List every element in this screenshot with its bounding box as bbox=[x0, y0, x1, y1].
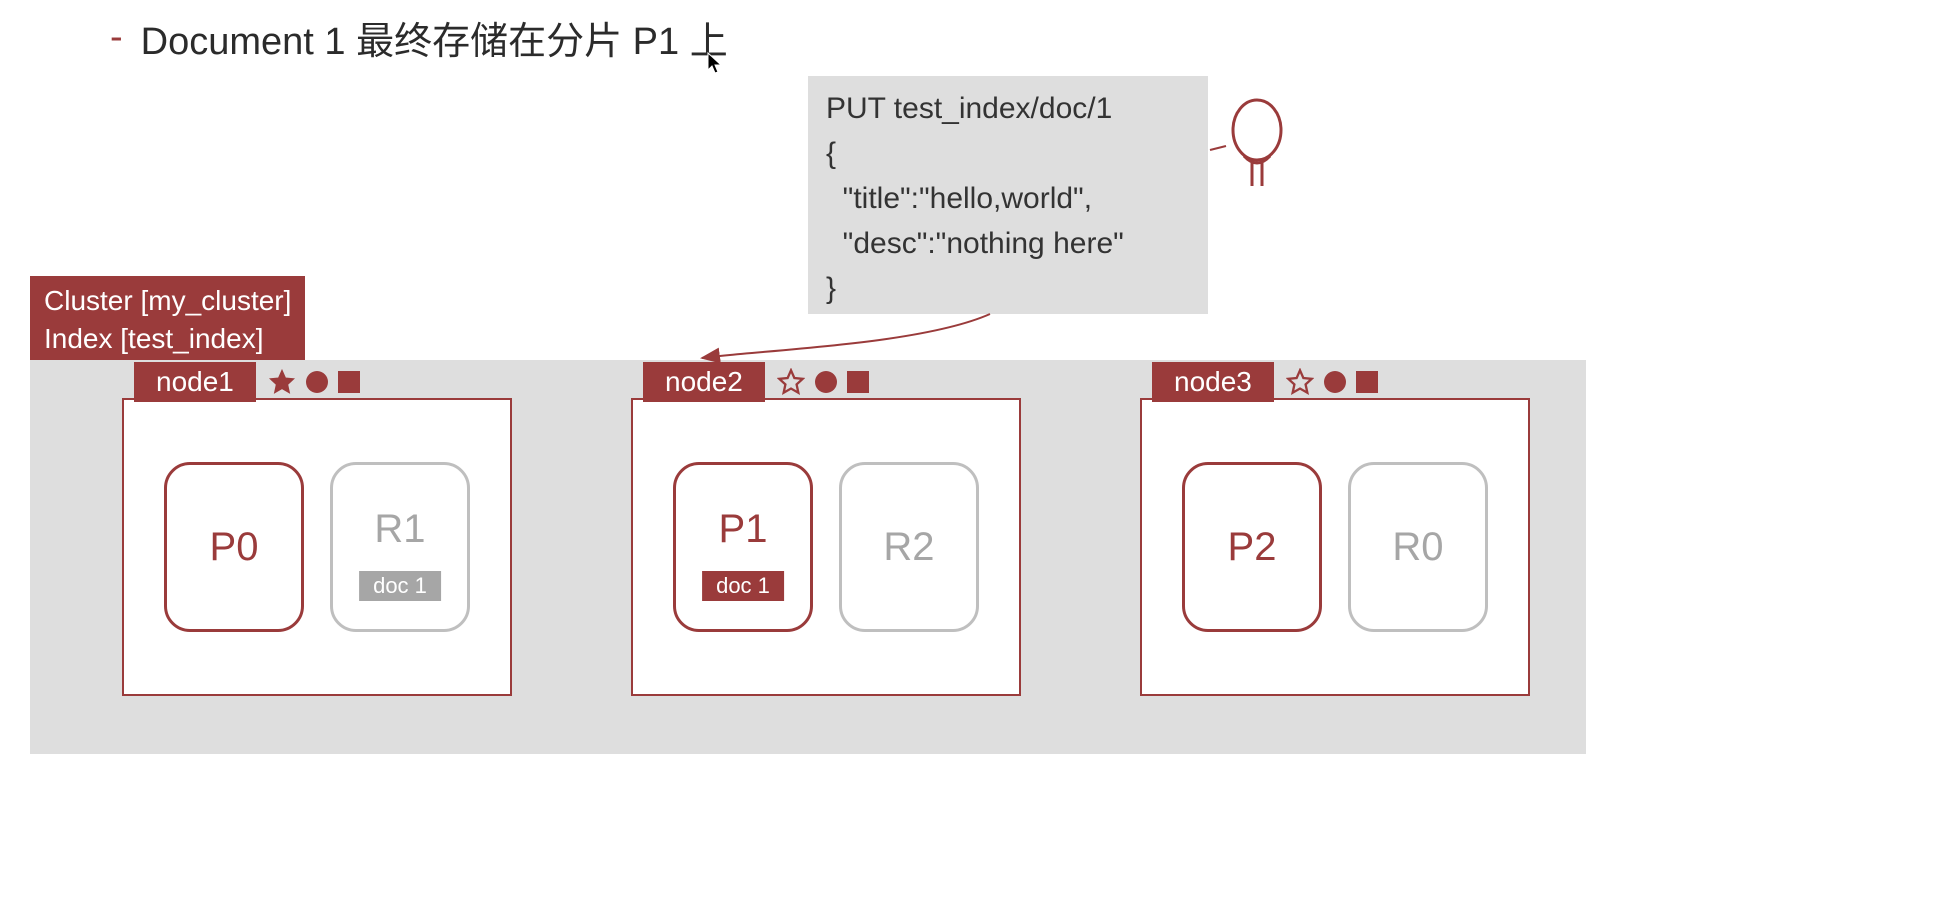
shard-p1: P1 doc 1 bbox=[673, 462, 813, 632]
node-2-shards: P1 doc 1 R2 bbox=[633, 400, 1019, 694]
node-1-shards: P0 R1 doc 1 bbox=[124, 400, 510, 694]
shard-p1-doc: doc 1 bbox=[702, 571, 784, 601]
node-2-header: node2 bbox=[643, 362, 869, 402]
shard-r2-label: R2 bbox=[883, 525, 934, 570]
square-icon bbox=[847, 371, 869, 393]
shard-r1: R1 doc 1 bbox=[330, 462, 470, 632]
shard-r1-doc: doc 1 bbox=[359, 571, 441, 601]
circle-icon bbox=[1324, 371, 1346, 393]
mouse-cursor-icon bbox=[707, 52, 725, 81]
code-line-4: "desc":"nothing here" bbox=[826, 221, 1190, 266]
circle-icon bbox=[306, 371, 328, 393]
arrow-code-to-node2 bbox=[702, 314, 990, 358]
node-3-icons bbox=[1286, 368, 1378, 396]
node-2-tab: node2 bbox=[643, 362, 765, 402]
star-filled-icon bbox=[268, 368, 296, 396]
cluster-label: Cluster [my_cluster] Index [test_index] bbox=[30, 276, 305, 366]
star-outline-icon bbox=[1286, 368, 1314, 396]
shard-p0-label: P0 bbox=[210, 525, 259, 570]
node-1-tab: node1 bbox=[134, 362, 256, 402]
code-line-5: } bbox=[826, 266, 1190, 311]
node-2: node2 P1 doc 1 R2 bbox=[631, 398, 1021, 696]
node-3-tab: node3 bbox=[1152, 362, 1274, 402]
shard-p2-label: P2 bbox=[1228, 525, 1277, 570]
slide-title: - Document 1 最终存储在分片 P1 上 bbox=[110, 10, 728, 65]
shard-r1-label: R1 bbox=[374, 507, 425, 552]
circle-icon bbox=[815, 371, 837, 393]
node-3-shards: P2 R0 bbox=[1142, 400, 1528, 694]
node-1-header: node1 bbox=[134, 362, 360, 402]
star-outline-icon bbox=[777, 368, 805, 396]
cluster-label-line2: Index [test_index] bbox=[44, 320, 291, 358]
node-1-icons bbox=[268, 368, 360, 396]
title-dash: - bbox=[110, 16, 123, 59]
shard-r2: R2 bbox=[839, 462, 979, 632]
cluster-label-line1: Cluster [my_cluster] bbox=[44, 282, 291, 320]
shard-p1-label: P1 bbox=[719, 507, 768, 552]
shard-p0: P0 bbox=[164, 462, 304, 632]
code-line-2: { bbox=[826, 131, 1190, 176]
node-1: node1 P0 R1 doc 1 bbox=[122, 398, 512, 696]
shard-r0: R0 bbox=[1348, 462, 1488, 632]
code-line-3: "title":"hello,world", bbox=[826, 176, 1190, 221]
shard-p2: P2 bbox=[1182, 462, 1322, 632]
code-line-1: PUT test_index/doc/1 bbox=[826, 86, 1190, 131]
square-icon bbox=[338, 371, 360, 393]
request-code-box: PUT test_index/doc/1 { "title":"hello,wo… bbox=[808, 76, 1208, 314]
cluster-area: node1 P0 R1 doc 1 node2 bbox=[30, 360, 1586, 754]
node-3-header: node3 bbox=[1152, 362, 1378, 402]
node-3: node3 P2 R0 bbox=[1140, 398, 1530, 696]
user-head-icon bbox=[1222, 98, 1292, 188]
square-icon bbox=[1356, 371, 1378, 393]
node-2-icons bbox=[777, 368, 869, 396]
shard-r0-label: R0 bbox=[1392, 525, 1443, 570]
title-text: Document 1 最终存储在分片 P1 上 bbox=[141, 10, 728, 65]
